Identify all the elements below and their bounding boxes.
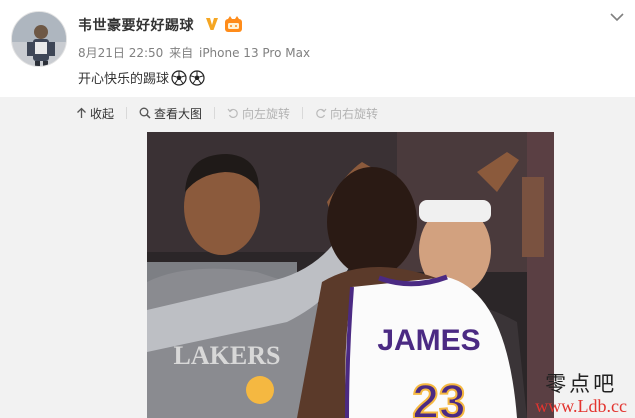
post-source-device[interactable]: iPhone 13 Pro Max xyxy=(199,46,310,60)
jersey-number: 23 xyxy=(412,376,465,418)
rotate-right-button[interactable]: 向右旋转 xyxy=(315,105,378,122)
post-source-prefix: 来自 xyxy=(169,46,194,60)
view-large-label: 查看大图 xyxy=(154,106,203,121)
rotate-right-label: 向右旋转 xyxy=(330,106,379,121)
collapse-label: 收起 xyxy=(90,106,115,121)
post-text: 开心快乐的踢球 xyxy=(78,68,205,87)
watermark-url: www.Ldb.cc xyxy=(535,396,627,416)
member-badge-icon[interactable] xyxy=(224,15,243,33)
watermark: 零点吧 www.Ldb.cc xyxy=(535,372,627,416)
post-date[interactable]: 8月21日 22:50 xyxy=(78,46,163,60)
watermark-site-name: 零点吧 xyxy=(545,372,618,396)
username[interactable]: 韦世豪要好好踢球 xyxy=(78,15,194,35)
rotate-left-icon xyxy=(227,108,238,119)
toolbar-divider xyxy=(126,107,128,119)
arrow-up-icon xyxy=(77,107,86,118)
jersey-name: JAMES xyxy=(377,324,480,357)
view-large-button[interactable]: 查看大图 xyxy=(139,105,202,122)
media-toolbar: 收起 查看大图 向左旋转 向右旋转 xyxy=(0,97,635,129)
post-header: 韦世豪要好好踢球 8月21日 22:50 来自 iPhone 13 Pro Ma… xyxy=(0,0,635,96)
rotate-right-icon xyxy=(316,108,327,119)
soccer-ball-icon xyxy=(171,69,187,86)
avatar[interactable] xyxy=(11,11,67,67)
magnifier-icon xyxy=(139,107,151,119)
post-photo[interactable]: LAKERS JAMES 23 xyxy=(147,132,554,418)
rotate-left-button[interactable]: 向左旋转 xyxy=(227,105,290,122)
soccer-ball-icon xyxy=(189,69,205,86)
avatar-image xyxy=(12,12,66,66)
toolbar-divider xyxy=(302,107,304,119)
media-panel: 收起 查看大图 向左旋转 向右旋转 LAKERS JAMES 23 xyxy=(0,97,635,418)
toolbar-divider xyxy=(214,107,216,119)
post-meta: 8月21日 22:50 来自 iPhone 13 Pro Max xyxy=(78,44,312,61)
shirt-text: LAKERS xyxy=(174,341,281,370)
vip-v-badge-icon[interactable] xyxy=(205,16,219,32)
rotate-left-label: 向左旋转 xyxy=(242,106,291,121)
basketball-photo-illustration: LAKERS JAMES 23 xyxy=(147,132,554,418)
chevron-down-icon[interactable] xyxy=(609,10,625,24)
collapse-button[interactable]: 收起 xyxy=(76,105,114,122)
post-text-content: 开心快乐的踢球 xyxy=(78,72,170,87)
